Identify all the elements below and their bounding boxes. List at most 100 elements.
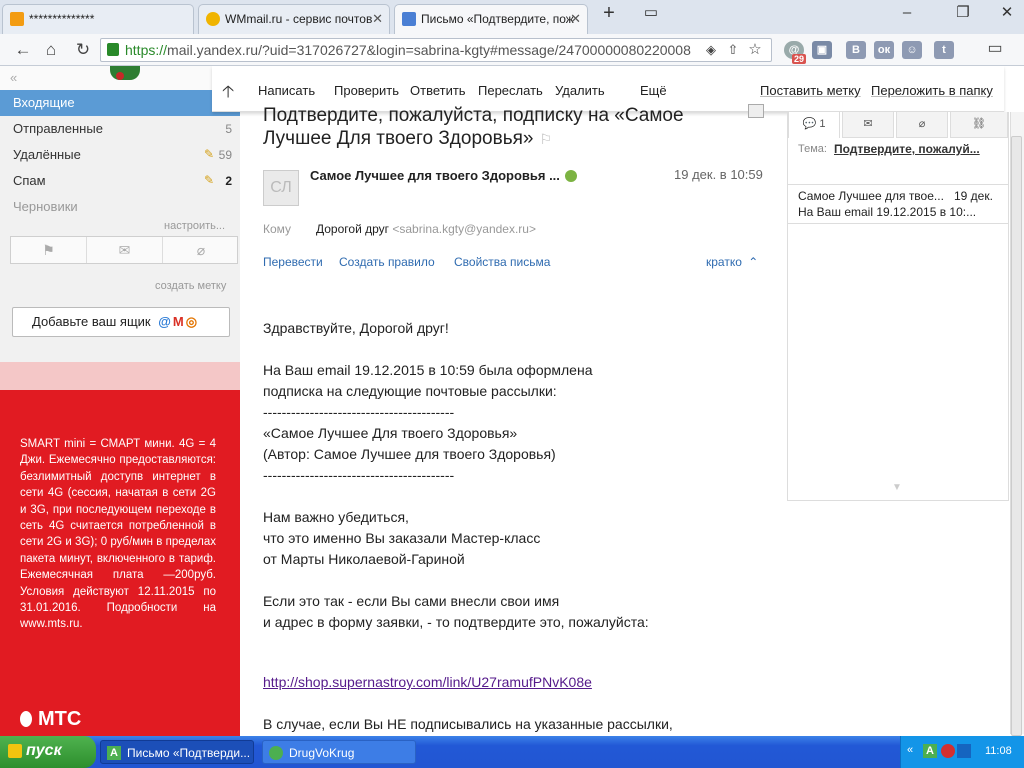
thread-item[interactable]: Самое Лучшее для твое... 19 дек. На Ваш … bbox=[788, 184, 1008, 224]
message-properties-link[interactable]: Свойства письма bbox=[454, 255, 550, 269]
envelope-icon[interactable]: ✉ bbox=[87, 237, 163, 263]
more-button[interactable]: Ещё bbox=[640, 83, 667, 98]
message-date: 19 дек. в 10:59 bbox=[674, 167, 763, 182]
thread-date: 19 дек. bbox=[954, 189, 993, 203]
browser-tab-1[interactable]: ************** bbox=[2, 4, 194, 34]
mail-ru-icon: @ bbox=[158, 314, 171, 329]
taskbar-item-browser[interactable]: A Письмо «Подтверди... bbox=[100, 740, 254, 764]
folder-count: 59 bbox=[218, 148, 232, 162]
start-button[interactable]: пуск bbox=[0, 736, 96, 768]
restore-button[interactable]: ❐ bbox=[950, 2, 976, 24]
check-mail-button[interactable]: Проверить bbox=[334, 83, 399, 98]
add-mailbox-button[interactable]: Добавьте ваш ящик @ M ◎ bbox=[12, 307, 230, 337]
system-tray: « A 11:08 bbox=[900, 736, 1024, 768]
create-label-link[interactable]: создать метку bbox=[155, 280, 226, 292]
scrollbar-thumb[interactable] bbox=[1011, 136, 1022, 736]
paperclip-icon: ⌀ bbox=[918, 118, 926, 130]
folder-drafts[interactable]: Черновики bbox=[0, 194, 240, 220]
opera-tray-icon[interactable] bbox=[941, 744, 955, 758]
compose-button[interactable]: Написать bbox=[258, 83, 315, 98]
folder-spam[interactable]: Спам ✎ 2 bbox=[0, 168, 240, 194]
clean-brush-icon[interactable]: ✎ bbox=[204, 173, 214, 187]
close-tab-icon[interactable]: ✕ bbox=[372, 11, 383, 27]
move-to-folder-button[interactable]: Переложить в папку bbox=[871, 83, 993, 98]
sender-name[interactable]: Самое Лучшее для твоего Здоровья ... bbox=[310, 168, 577, 183]
task-label: Письмо «Подтверди... bbox=[127, 746, 251, 760]
configure-link[interactable]: настроить... bbox=[164, 220, 225, 232]
set-label-button[interactable]: Поставить метку bbox=[760, 83, 861, 98]
up-arrow-icon[interactable]: 🡡 bbox=[222, 79, 234, 108]
twitter-icon[interactable]: t bbox=[934, 41, 954, 59]
new-tab-button[interactable]: + bbox=[596, 2, 622, 24]
mts-ad-banner[interactable]: SMART mini = СМАРТ мини. 4G = 4 Джи. Еже… bbox=[0, 362, 240, 736]
message-body-tail: В случае, если Вы НЕ подписывались на ук… bbox=[263, 716, 673, 732]
folder-count: 5 bbox=[225, 122, 232, 136]
reload-icon[interactable]: ↻ bbox=[72, 39, 94, 61]
drugvokrug-icon bbox=[269, 746, 283, 760]
share-icon[interactable]: ⇧ bbox=[722, 39, 744, 61]
home-icon[interactable]: ⌂ bbox=[40, 39, 62, 61]
thread-panel: 💬 1 ✉ ⌀ ⛓ Тема: Подтвердите, пожалуй... … bbox=[787, 112, 1009, 501]
reply-button[interactable]: Ответить bbox=[410, 83, 466, 98]
browser-tab-3[interactable]: Письмо «Подтвердите, пож ✕ bbox=[394, 4, 588, 34]
tab-title: Письмо «Подтвердите, пож bbox=[421, 12, 574, 26]
close-window-button[interactable]: ✕ bbox=[994, 2, 1020, 24]
extension-monitor-icon[interactable]: ▣ bbox=[812, 41, 832, 59]
yandex-tray-icon[interactable]: A bbox=[923, 744, 937, 758]
recipient-address: <sabrina.kgty@yandex.ru> bbox=[392, 222, 536, 236]
create-rule-link[interactable]: Создать правило bbox=[339, 255, 435, 269]
thread-preview: На Ваш email 19.12.2015 в 10:... bbox=[798, 205, 977, 219]
tab-attachments[interactable]: ⌀ bbox=[896, 112, 948, 138]
vk-icon[interactable]: В bbox=[846, 41, 866, 59]
brief-toggle[interactable]: кратко ⌃ bbox=[706, 255, 758, 269]
folder-sent[interactable]: Отправленные 5 bbox=[0, 116, 240, 142]
delete-button[interactable]: Удалить bbox=[555, 83, 605, 98]
tab-links[interactable]: ⛓ bbox=[950, 112, 1008, 138]
thread-count: 1 bbox=[819, 118, 826, 130]
clean-brush-icon[interactable]: ✎ bbox=[204, 147, 214, 161]
tray-expand-icon[interactable]: « bbox=[907, 744, 913, 756]
language-flag-icon[interactable] bbox=[957, 744, 971, 758]
close-tab-icon[interactable]: ✕ bbox=[570, 11, 581, 27]
tab-overview-icon[interactable]: ▭ bbox=[638, 2, 664, 24]
odnoklassniki-icon[interactable]: ок bbox=[874, 41, 894, 59]
taskbar: пуск A Письмо «Подтверди... DrugVoKrug «… bbox=[0, 736, 1024, 768]
forward-button[interactable]: Переслать bbox=[478, 83, 543, 98]
tab-mail[interactable]: ✉ bbox=[842, 112, 894, 138]
print-icon[interactable] bbox=[748, 104, 764, 118]
folder-inbox[interactable]: Входящие bbox=[0, 90, 240, 116]
smile-icon[interactable]: ☺ bbox=[902, 41, 922, 59]
mail-icon bbox=[402, 12, 416, 26]
flag-icon[interactable]: ⚑ bbox=[11, 237, 87, 263]
chat-bubble-icon[interactable]: ▭ bbox=[984, 38, 1006, 60]
translate-link[interactable]: Перевести bbox=[263, 255, 323, 269]
left-sidebar: « Входящие Отправленные 5 Удалённые ✎ 59… bbox=[0, 66, 240, 736]
chevron-down-icon[interactable]: ▼ bbox=[892, 482, 902, 493]
mts-logo-text: МТС bbox=[38, 708, 82, 730]
thread-sender: Самое Лучшее для твое... bbox=[798, 189, 944, 203]
recipient[interactable]: Дорогой друг <sabrina.kgty@yandex.ru> bbox=[316, 222, 536, 236]
chevron-up-icon: ⌃ bbox=[748, 255, 759, 269]
collapse-icon[interactable]: « bbox=[10, 70, 17, 85]
browser-tab-2[interactable]: WMmail.ru - сервис почтов ✕ bbox=[198, 4, 390, 34]
yandex-browser-icon: A bbox=[107, 746, 121, 760]
folder-label: Входящие bbox=[13, 95, 75, 110]
wmmail-icon bbox=[206, 12, 220, 26]
translate-icon[interactable]: ◈ bbox=[700, 39, 722, 61]
flag-icon[interactable]: ⚐ bbox=[539, 131, 552, 147]
url-input[interactable]: https://mail.yandex.ru/?uid=317026727&lo… bbox=[100, 38, 772, 62]
paperclip-icon[interactable]: ⌀ bbox=[163, 237, 239, 263]
minimize-button[interactable]: – bbox=[894, 2, 920, 24]
bookmark-star-icon[interactable]: ☆ bbox=[744, 39, 766, 61]
rambler-icon: ◎ bbox=[185, 314, 198, 329]
folder-deleted[interactable]: Удалённые ✎ 59 bbox=[0, 142, 240, 168]
back-arrow-icon[interactable]: ← bbox=[12, 39, 34, 61]
gmail-icon: M bbox=[172, 314, 184, 329]
confirm-link[interactable]: http://shop.supernastroy.com/link/U27ram… bbox=[263, 674, 592, 690]
taskbar-item-drugvokrug[interactable]: DrugVoKrug bbox=[262, 740, 416, 764]
tab-thread[interactable]: 💬 1 bbox=[788, 112, 840, 138]
windows-logo-icon bbox=[8, 744, 22, 758]
browser-tab-strip: ************** WMmail.ru - сервис почтов… bbox=[0, 0, 1024, 34]
topic-value[interactable]: Подтвердите, пожалуй... bbox=[834, 142, 1004, 156]
message-subject: Подтвердите, пожалуйста, подписку на «Са… bbox=[263, 104, 703, 151]
